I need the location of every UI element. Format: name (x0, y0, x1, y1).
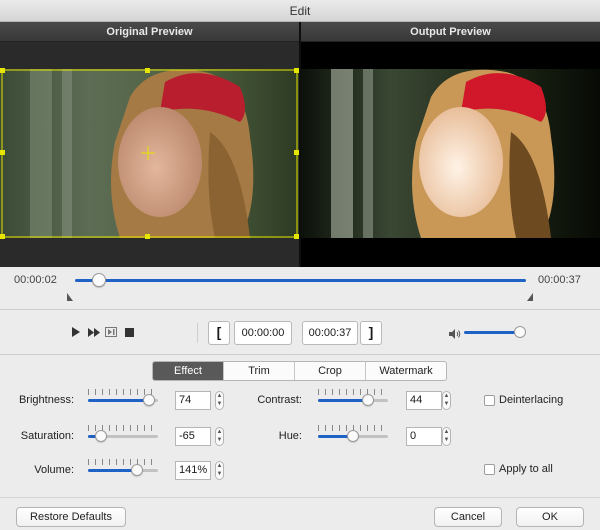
hue-label: Hue: (278, 430, 302, 442)
output-preview-title: Output Preview (301, 22, 600, 42)
trim-end-marker[interactable] (527, 293, 533, 301)
speaker-icon[interactable] (448, 325, 462, 343)
saturation-value-field[interactable]: -65 (175, 427, 211, 446)
hue-stepper[interactable]: ▲ ▼ (442, 427, 451, 446)
brightness-slider[interactable] (88, 389, 158, 406)
original-video-frame (0, 68, 299, 239)
tab-crop[interactable]: Crop (295, 362, 366, 380)
controls-separator (197, 323, 198, 343)
volume-slider-thumb[interactable] (514, 326, 526, 338)
end-time-label: 00:00:37 (538, 274, 581, 286)
window-title: Edit (289, 4, 311, 18)
contrast-stepper[interactable]: ▲ ▼ (442, 391, 451, 410)
trim-start-marker[interactable] (67, 293, 73, 301)
original-preview-pane[interactable] (0, 42, 299, 267)
hue-slider[interactable] (318, 425, 388, 442)
saturation-stepper[interactable]: ▲ ▼ (215, 427, 224, 446)
output-video-frame (301, 69, 600, 239)
start-time-field[interactable]: 00:00:00 (234, 321, 292, 345)
next-frame-icon[interactable] (104, 323, 118, 341)
set-end-button[interactable]: ] (360, 321, 382, 345)
window-title-bar: Edit (0, 0, 600, 22)
preview-area: Original Preview Output Preview (0, 22, 600, 267)
volume-effect-slider-thumb[interactable] (131, 464, 143, 476)
contrast-slider-thumb[interactable] (362, 394, 374, 406)
contrast-label: Contrast: (257, 394, 302, 406)
brightness-slider-thumb[interactable] (143, 394, 155, 406)
stop-icon[interactable] (123, 323, 135, 341)
set-start-button[interactable]: [ (208, 321, 230, 345)
contrast-slider[interactable] (318, 389, 388, 406)
tab-effect[interactable]: Effect (153, 362, 224, 380)
ok-button[interactable]: OK (516, 507, 584, 527)
volume-label: Volume: (34, 464, 74, 476)
brightness-stepper[interactable]: ▲ ▼ (215, 391, 224, 410)
deinterlacing-label: Deinterlacing (499, 394, 564, 406)
play-icon[interactable] (70, 323, 82, 341)
apply-to-all-checkbox[interactable] (484, 464, 495, 475)
volume-stepper[interactable]: ▲ ▼ (215, 461, 224, 480)
volume-effect-slider[interactable] (88, 459, 158, 476)
contrast-value-field[interactable]: 44 (406, 391, 442, 410)
playback-controls: [ 00:00:00 00:00:37 ] (0, 311, 600, 355)
saturation-slider[interactable] (88, 425, 158, 442)
brightness-value-field[interactable]: 74 (175, 391, 211, 410)
timeline-playhead[interactable] (92, 273, 106, 287)
brightness-label: Brightness: (18, 394, 74, 406)
output-preview-pane (301, 42, 600, 267)
original-preview-title: Original Preview (0, 22, 299, 42)
effect-settings-panel: Effect Trim Crop Watermark Brightness: 7… (0, 356, 600, 496)
timeline-track[interactable] (75, 279, 526, 282)
restore-defaults-button[interactable]: Restore Defaults (16, 507, 126, 527)
timeline-bar: 00:00:02 00:00:37 (0, 267, 600, 310)
saturation-label: Saturation: (20, 430, 74, 442)
tab-trim[interactable]: Trim (224, 362, 295, 380)
dialog-footer: Restore Defaults Cancel OK (0, 497, 600, 530)
edit-tabs: Effect Trim Crop Watermark (152, 361, 447, 381)
hue-value-field[interactable]: 0 (406, 427, 442, 446)
fast-forward-icon[interactable] (87, 323, 101, 341)
hue-slider-thumb[interactable] (347, 430, 359, 442)
tab-watermark[interactable]: Watermark (366, 362, 446, 380)
volume-value-field[interactable]: 141% (175, 461, 211, 480)
end-time-field[interactable]: 00:00:37 (302, 321, 358, 345)
deinterlacing-checkbox[interactable] (484, 395, 495, 406)
current-time-label: 00:00:02 (14, 274, 57, 286)
saturation-slider-thumb[interactable] (95, 430, 107, 442)
apply-to-all-label: Apply to all (499, 463, 553, 475)
cancel-button[interactable]: Cancel (434, 507, 502, 527)
